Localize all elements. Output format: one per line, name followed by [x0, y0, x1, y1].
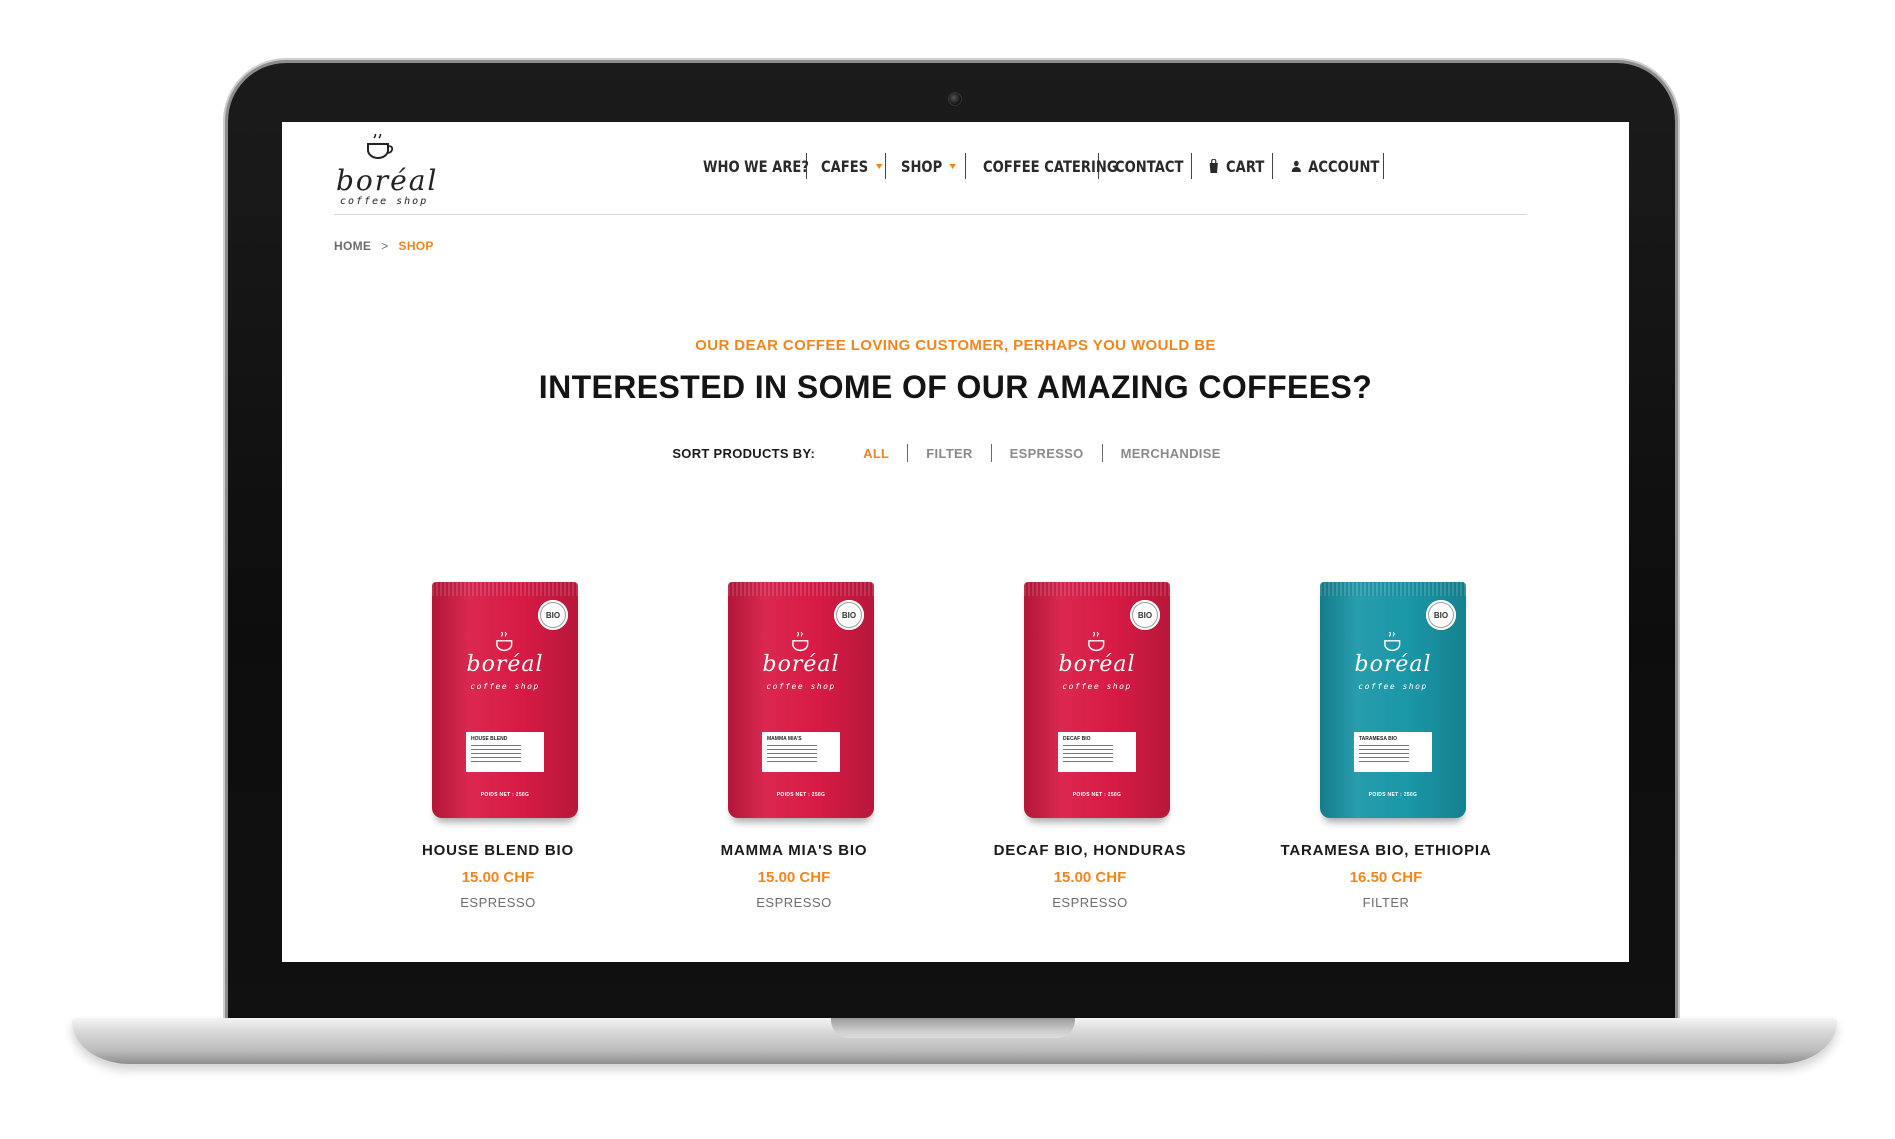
bag-label-title: TARAMESA BIO — [1359, 736, 1398, 742]
product-image[interactable]: BIO boréal coffee shop TARAMESA BIO POID… — [1320, 582, 1466, 822]
product-image[interactable]: BIO boréal coffee shop HOUSE BLEND POIDS… — [432, 582, 578, 822]
nav-item-cart[interactable]: CART — [1208, 157, 1264, 176]
bag-weight: POIDS NET : 250G — [776, 792, 826, 798]
breadcrumb-current: SHOP — [398, 239, 434, 253]
sort-label: SORT PRODUCTS BY: — [672, 445, 816, 461]
coffee-cup-icon — [792, 632, 809, 652]
hero-tagline: OUR DEAR COFFEE LOVING CUSTOMER, PERHAPS… — [695, 337, 1216, 354]
product-image[interactable]: BIO boréal coffee shop DECAF BIO POIDS N… — [1024, 582, 1170, 822]
bag-brand: boréal — [466, 652, 544, 677]
bag-seal — [432, 582, 578, 596]
bag-label: HOUSE BLEND — [466, 732, 544, 772]
bag-label: TARAMESA BIO — [1354, 732, 1432, 772]
breadcrumb-separator: > — [381, 239, 389, 253]
bag-label: MAMMA MIA'S — [762, 732, 840, 772]
product-image[interactable]: BIO boréal coffee shop MAMMA MIA'S POIDS… — [728, 582, 874, 822]
coffee-cup-icon — [1088, 632, 1105, 652]
product-card[interactable]: BIO boréal coffee shop TARAMESA BIO POID… — [1266, 582, 1506, 952]
product-price: 15.00 CHF — [757, 869, 831, 886]
bag-seal — [1320, 582, 1466, 596]
product-category: ESPRESSO — [460, 895, 536, 910]
sort-option-merchandise[interactable]: MERCHANDISE — [1103, 446, 1239, 461]
product-price: 16.50 CHF — [1349, 869, 1423, 886]
logo[interactable]: boréal coffee shop — [334, 134, 444, 214]
breadcrumb: HOME > SHOP — [334, 239, 434, 253]
product-card[interactable]: BIO boréal coffee shop MAMMA MIA'S POIDS… — [674, 582, 914, 952]
product-price: 15.00 CHF — [461, 869, 535, 886]
bag-brand-subtitle: coffee shop — [1062, 682, 1132, 691]
product-price: 15.00 CHF — [1053, 869, 1127, 886]
chevron-down-icon — [949, 163, 957, 169]
bio-badge: BIO — [538, 600, 568, 630]
bag-weight: POIDS NET : 250G — [480, 792, 530, 798]
sort-option-all[interactable]: ALL — [845, 446, 907, 461]
bio-badge: BIO — [1426, 600, 1456, 630]
bag-seal — [1024, 582, 1170, 596]
product-card[interactable]: BIO boréal coffee shop HOUSE BLEND POIDS… — [378, 582, 618, 952]
product-name[interactable]: TARAMESA BIO, ETHIOPIA — [1266, 842, 1506, 859]
bag-brand-subtitle: coffee shop — [1358, 682, 1428, 691]
sort-option-filter[interactable]: FILTER — [908, 446, 990, 461]
bag-brand-subtitle: coffee shop — [470, 682, 540, 691]
bag-seal — [728, 582, 874, 596]
bag-label-lines — [767, 745, 817, 763]
product-name[interactable]: DECAF BIO, HONDURAS — [970, 842, 1210, 859]
coffee-cup-icon — [367, 134, 394, 159]
bag-brand: boréal — [762, 652, 840, 677]
sort-option-espresso[interactable]: ESPRESSO — [992, 446, 1102, 461]
bag-weight: POIDS NET : 250G — [1072, 792, 1122, 798]
nav-divider — [1383, 153, 1384, 179]
logo-subtitle: coffee shop — [340, 196, 429, 207]
shopping-bag-icon — [1209, 159, 1218, 173]
nav-item-account[interactable]: ACCOUNT — [1291, 157, 1379, 176]
product-category: ESPRESSO — [1052, 895, 1128, 910]
nav-item-shop[interactable]: SHOP — [901, 157, 957, 176]
user-icon — [1291, 160, 1301, 172]
browser-viewport: boréal coffee shop WHO WE ARE? CAFES SHO… — [282, 122, 1629, 962]
bag-label-title: HOUSE BLEND — [471, 736, 508, 742]
logo-wordmark: boréal — [336, 164, 439, 197]
bag-label-lines — [1359, 745, 1409, 763]
camera-icon — [948, 92, 962, 106]
bag-brand: boréal — [1354, 652, 1432, 677]
product-category: ESPRESSO — [756, 895, 832, 910]
header-divider — [334, 214, 1527, 215]
bag-label: DECAF BIO — [1058, 732, 1136, 772]
main-nav: WHO WE ARE? CAFES SHOP COFFEE CATERING C… — [703, 150, 1384, 182]
bag-label-title: MAMMA MIA'S — [767, 736, 802, 742]
sort-bar: SORT PRODUCTS BY: ALL FILTER ESPRESSO ME… — [282, 444, 1629, 462]
bag-brand-subtitle: coffee shop — [766, 682, 836, 691]
coffee-cup-icon — [496, 632, 513, 652]
bag-label-lines — [471, 745, 521, 763]
product-category: FILTER — [1362, 895, 1410, 910]
page-title: INTERESTED IN SOME OF OUR AMAZING COFFEE… — [538, 369, 1373, 405]
bio-badge: BIO — [1130, 600, 1160, 630]
chevron-down-icon — [875, 163, 883, 169]
nav-item-coffee-catering[interactable]: COFFEE CATERING — [983, 157, 1118, 176]
laptop-notch — [831, 1018, 1075, 1038]
nav-item-cafes[interactable]: CAFES — [821, 157, 883, 176]
bag-label-title: DECAF BIO — [1063, 736, 1091, 742]
bio-badge: BIO — [834, 600, 864, 630]
bag-weight: POIDS NET : 250G — [1368, 792, 1418, 798]
nav-item-contact[interactable]: CONTACT — [1115, 157, 1183, 176]
breadcrumb-home[interactable]: HOME — [334, 239, 371, 253]
product-name[interactable]: MAMMA MIA'S BIO — [674, 842, 914, 859]
coffee-cup-icon — [1384, 632, 1401, 652]
bag-label-lines — [1063, 745, 1113, 763]
nav-item-who-we-are[interactable]: WHO WE ARE? — [703, 157, 809, 176]
bag-brand: boréal — [1058, 652, 1136, 677]
product-name[interactable]: HOUSE BLEND BIO — [378, 842, 618, 859]
product-card[interactable]: BIO boréal coffee shop DECAF BIO POIDS N… — [970, 582, 1210, 952]
